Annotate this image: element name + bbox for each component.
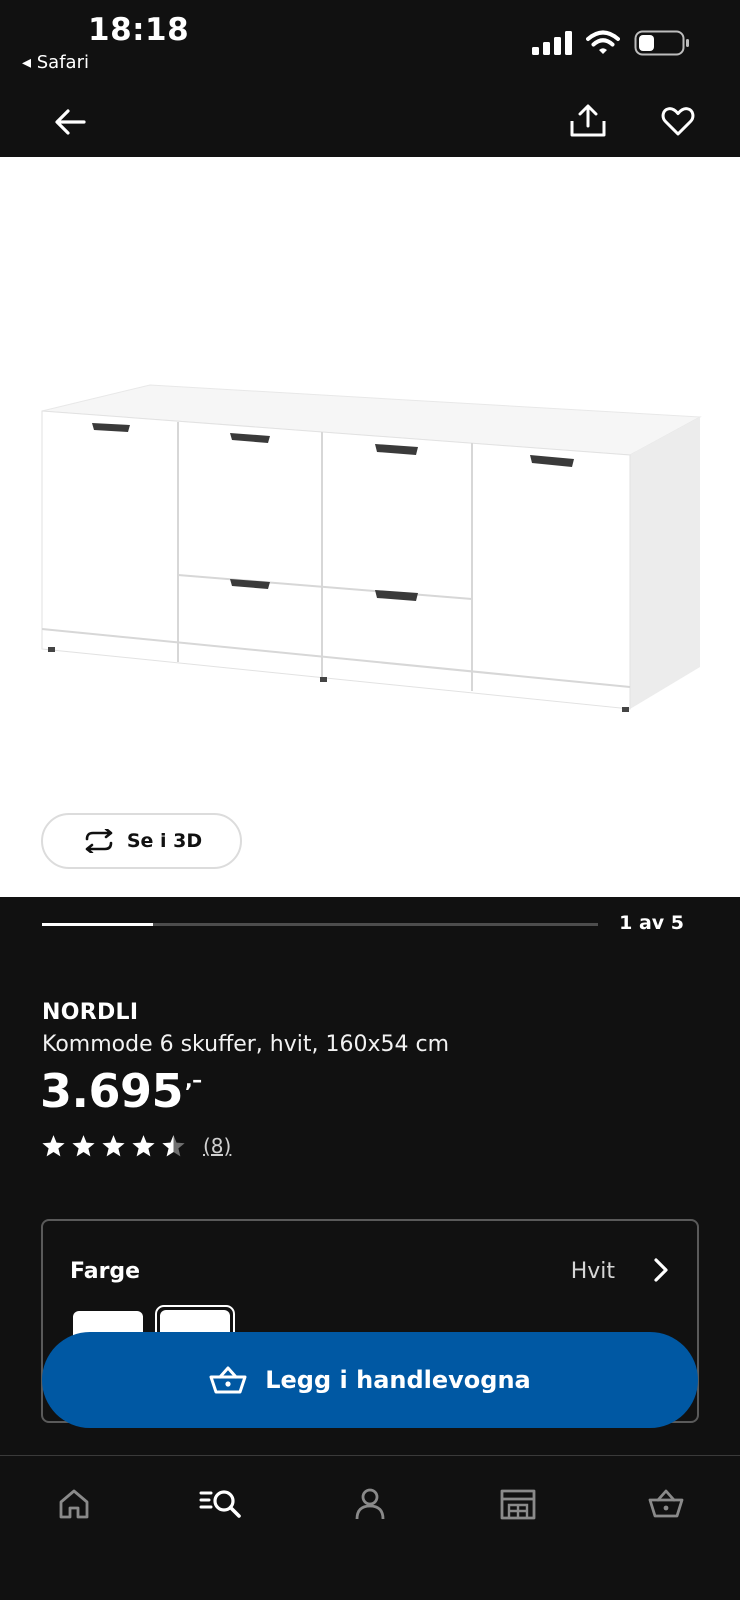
product-image-gallery[interactable]: Se i 3D bbox=[0, 157, 740, 897]
star-icon bbox=[102, 1135, 125, 1157]
favorite-button[interactable] bbox=[655, 98, 701, 144]
back-to-safari[interactable]: ◂ Safari bbox=[22, 52, 89, 73]
gallery-progress-bar bbox=[42, 923, 598, 926]
star-icon bbox=[72, 1135, 95, 1157]
add-to-cart-label: Legg i handlevogna bbox=[265, 1366, 531, 1394]
product-top-bar bbox=[0, 86, 740, 158]
rotate-3d-icon bbox=[85, 829, 113, 853]
star-icon bbox=[42, 1135, 65, 1157]
battery-icon bbox=[634, 30, 689, 56]
color-label: Farge bbox=[70, 1259, 141, 1284]
chevron-right-icon[interactable] bbox=[653, 1257, 669, 1287]
share-button[interactable] bbox=[565, 98, 611, 144]
status-time: 18:18 bbox=[88, 12, 190, 48]
review-count-link[interactable]: (8) bbox=[203, 1134, 231, 1158]
basket-icon bbox=[209, 1366, 247, 1394]
product-rating[interactable]: (8) bbox=[41, 1134, 231, 1158]
arrow-left-icon bbox=[55, 109, 86, 135]
product-image bbox=[41, 384, 702, 712]
color-value: Hvit bbox=[570, 1259, 615, 1284]
price-amount: 3.695 bbox=[40, 1064, 184, 1118]
see-in-3d-label: Se i 3D bbox=[126, 830, 203, 852]
home-icon bbox=[59, 1489, 89, 1519]
star-icon bbox=[132, 1135, 155, 1157]
product-brand: NORDLI bbox=[42, 1000, 139, 1025]
nav-profile[interactable] bbox=[346, 1480, 394, 1528]
heart-icon bbox=[661, 107, 695, 136]
signal-icon bbox=[532, 31, 572, 55]
add-to-cart-button[interactable]: Legg i handlevogna bbox=[42, 1332, 698, 1428]
gallery-page-indicator: 1 av 5 bbox=[619, 912, 684, 934]
gallery-progress-fill bbox=[42, 923, 154, 926]
status-bar: 18:18 ◂ Safari bbox=[0, 0, 740, 86]
product-price: 3.695 ,– bbox=[40, 1064, 202, 1118]
half-star-icon bbox=[162, 1135, 185, 1157]
store-icon bbox=[500, 1489, 536, 1520]
nav-cart[interactable] bbox=[642, 1480, 690, 1528]
nav-search[interactable] bbox=[196, 1480, 246, 1528]
product-description: Kommode 6 skuffer, hvit, 160x54 cm bbox=[42, 1032, 449, 1057]
nav-home[interactable] bbox=[50, 1480, 98, 1528]
bottom-navigation bbox=[0, 1455, 740, 1600]
see-in-3d-button[interactable]: Se i 3D bbox=[41, 813, 242, 869]
wifi-icon bbox=[586, 30, 620, 54]
search-icon bbox=[199, 1490, 241, 1518]
share-icon bbox=[570, 104, 606, 137]
cart-icon bbox=[648, 1489, 684, 1518]
profile-icon bbox=[355, 1488, 385, 1520]
status-icons bbox=[532, 30, 690, 56]
nav-stores[interactable] bbox=[494, 1480, 542, 1528]
price-suffix: ,– bbox=[185, 1068, 202, 1092]
back-button[interactable] bbox=[48, 100, 92, 144]
